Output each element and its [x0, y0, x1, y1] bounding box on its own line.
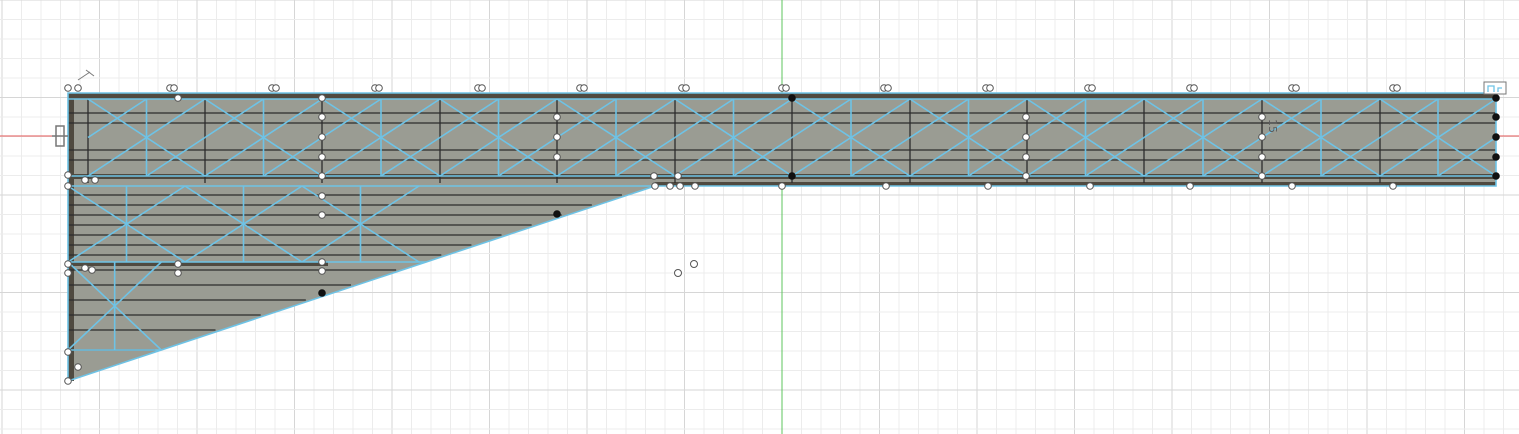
sketch-point[interactable] [1258, 153, 1266, 161]
sketch-point[interactable] [81, 264, 89, 272]
sketch-point[interactable] [174, 260, 182, 268]
sketch-point[interactable] [882, 182, 890, 190]
sketch-point[interactable] [174, 269, 182, 277]
sketch-point-fixed[interactable] [1492, 153, 1500, 161]
sketch-point[interactable] [64, 377, 72, 385]
sketch-point[interactable] [1186, 182, 1194, 190]
sketch-point[interactable] [1258, 113, 1266, 121]
sketch-point[interactable] [318, 192, 326, 200]
sketch-point[interactable] [1022, 153, 1030, 161]
sketch-point[interactable] [1258, 133, 1266, 141]
sketch-point[interactable] [318, 267, 326, 275]
sketch-point[interactable] [64, 348, 72, 356]
sketch-point[interactable] [64, 171, 72, 179]
sketch-point[interactable] [74, 363, 82, 371]
sketch-point[interactable] [884, 84, 892, 92]
sketch-point[interactable] [1393, 84, 1401, 92]
sketch-point-fixed[interactable] [1492, 113, 1500, 121]
sketch-point-fixed[interactable] [318, 289, 326, 297]
sketch-point[interactable] [674, 172, 682, 180]
sketch-point[interactable] [174, 94, 182, 102]
sketch-point[interactable] [170, 84, 178, 92]
sketch-point[interactable] [650, 172, 658, 180]
sketch-point[interactable] [64, 84, 72, 92]
sketch-canvas[interactable]: 15 [0, 0, 1519, 434]
sketch-point[interactable] [81, 176, 89, 184]
sketch-point-fixed[interactable] [553, 210, 561, 218]
top-rail [68, 93, 1496, 99]
sketch-point-fixed[interactable] [1492, 94, 1500, 102]
sketch-point[interactable] [318, 113, 326, 121]
sketch-point[interactable] [778, 182, 786, 190]
sketch-point[interactable] [666, 182, 674, 190]
sketch-point[interactable] [580, 84, 588, 92]
sketch-point[interactable] [272, 84, 280, 92]
sketch-point[interactable] [1022, 172, 1030, 180]
sketch-point[interactable] [682, 84, 690, 92]
sketch-point[interactable] [64, 182, 72, 190]
sketch-point[interactable] [1190, 84, 1198, 92]
sketch-point[interactable] [651, 182, 659, 190]
sketch-point[interactable] [318, 172, 326, 180]
sketch-point[interactable] [91, 176, 99, 184]
sketch-point[interactable] [1389, 182, 1397, 190]
sketch-point[interactable] [553, 113, 561, 121]
sketch-point[interactable] [1288, 182, 1296, 190]
sketch-point[interactable] [691, 182, 699, 190]
sketch-point[interactable] [318, 153, 326, 161]
sketch-point[interactable] [1022, 113, 1030, 121]
left-rail [68, 93, 74, 381]
stray-point[interactable] [674, 269, 682, 277]
sketch-point[interactable] [676, 182, 684, 190]
sketch-point[interactable] [318, 258, 326, 266]
sketch-point[interactable] [318, 94, 326, 102]
sketch-point-fixed[interactable] [1492, 172, 1500, 180]
sketch-point[interactable] [64, 260, 72, 268]
sketch-point[interactable] [986, 84, 994, 92]
sketch-point[interactable] [318, 211, 326, 219]
sketch-point[interactable] [782, 84, 790, 92]
sketch-point-fixed[interactable] [788, 172, 796, 180]
sketch-point[interactable] [64, 269, 72, 277]
sketch-point-fixed[interactable] [788, 94, 796, 102]
sketch-point[interactable] [478, 84, 486, 92]
sketch-point[interactable] [375, 84, 383, 92]
sketch-point[interactable] [1258, 172, 1266, 180]
sketch-point[interactable] [1022, 133, 1030, 141]
sketch-point-fixed[interactable] [1492, 133, 1500, 141]
sketch-point[interactable] [88, 266, 96, 274]
sketch-point[interactable] [74, 84, 82, 92]
sketch-point[interactable] [318, 133, 326, 141]
sketch-point[interactable] [1292, 84, 1300, 92]
design-viewport[interactable]: 15 [0, 0, 1519, 434]
sketch-point[interactable] [553, 133, 561, 141]
sketch-point[interactable] [1086, 182, 1094, 190]
constraint-label: 15 [1266, 119, 1279, 133]
coincident-constraint-icon[interactable] [1483, 81, 1507, 95]
sketch-point[interactable] [553, 153, 561, 161]
sketch-point[interactable] [984, 182, 992, 190]
sketch-point[interactable] [1088, 84, 1096, 92]
stray-point[interactable] [690, 260, 698, 268]
